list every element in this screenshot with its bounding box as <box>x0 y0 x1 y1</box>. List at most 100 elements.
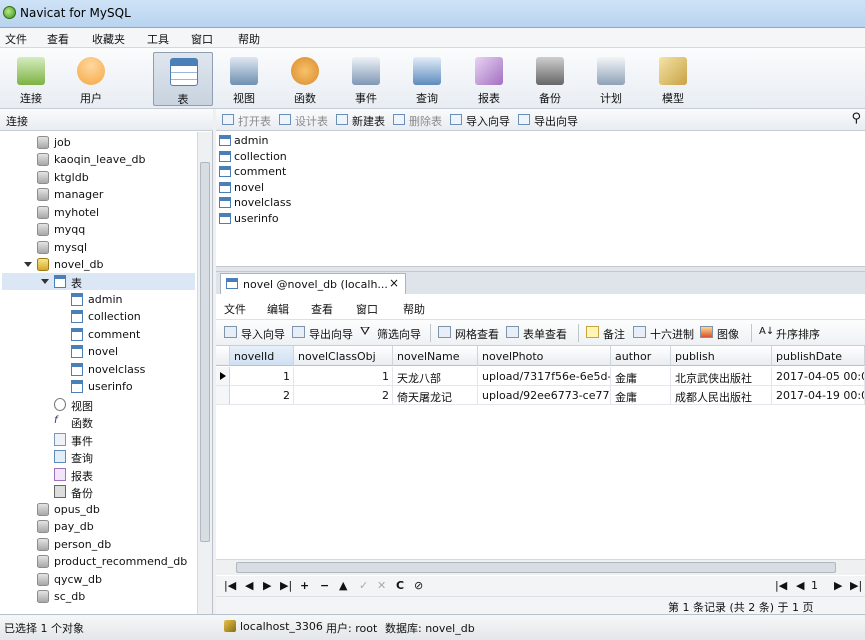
inner-menu-window[interactable]: 窗口 <box>356 301 378 317</box>
toolbar-function-button[interactable]: 函数 <box>275 52 335 106</box>
cancel-edit-button[interactable]: ✕ <box>377 579 386 592</box>
row-selector[interactable] <box>216 386 230 405</box>
column-header-novelId[interactable]: novelId <box>230 346 294 366</box>
menu-view[interactable]: 查看 <box>47 31 69 47</box>
toolbar-table-button[interactable]: 表 <box>153 52 213 106</box>
inner-menu-file[interactable]: 文件 <box>224 301 246 317</box>
menu-window[interactable]: 窗口 <box>191 31 213 47</box>
expand-arrow-icon[interactable] <box>41 279 49 284</box>
import-wizard-button[interactable]: 导入向导 <box>450 113 510 129</box>
column-header-publishDate[interactable]: publishDate <box>772 346 865 366</box>
tree-label: admin <box>88 293 123 306</box>
prev-record-button[interactable]: ◀ <box>245 579 253 592</box>
cell-novelName[interactable]: 天龙八部 <box>393 367 478 386</box>
object-novelclass[interactable]: novelclass <box>219 196 291 211</box>
inner-import-wizard-button[interactable]: 导入向导 <box>224 326 285 342</box>
grid-horizontal-scrollbar[interactable] <box>216 559 865 575</box>
page-prev-icon[interactable]: ◀ <box>796 579 804 592</box>
toolbar-model-button[interactable]: 模型 <box>643 52 703 106</box>
inner-menu-help[interactable]: 帮助 <box>403 301 425 317</box>
tree-scrollbar[interactable] <box>197 132 212 614</box>
cell-novelName[interactable]: 倚天屠龙记 <box>393 386 478 405</box>
expand-arrow-icon[interactable] <box>24 262 32 267</box>
tree-tables-folder-row[interactable] <box>2 273 195 290</box>
toolbar-backup-button[interactable]: 备份 <box>520 52 580 106</box>
close-icon[interactable]: × <box>389 276 399 290</box>
image-button[interactable]: 图像 <box>700 326 739 342</box>
new-table-button[interactable]: 新建表 <box>336 113 385 129</box>
cell-publish[interactable]: 成都人民出版社 <box>671 386 772 405</box>
memo-button[interactable]: 备注 <box>586 326 625 342</box>
cell-publishDate[interactable]: 2017-04-19 00:00 <box>772 386 865 405</box>
export-wizard-button[interactable]: 导出向导 <box>518 113 578 129</box>
toolbar-user-button[interactable]: 用户 <box>61 52 121 106</box>
refresh-button[interactable]: C <box>396 579 404 592</box>
page-next-icon[interactable]: ▶ <box>834 579 842 592</box>
cell-author[interactable]: 金庸 <box>611 386 671 405</box>
button-label: 打开表 <box>238 115 271 128</box>
cell-publish[interactable]: 北京武侠出版社 <box>671 367 772 386</box>
object-admin[interactable]: admin <box>219 134 268 149</box>
cell-novelPhoto[interactable]: upload/92ee6773-ce77-4 <box>478 386 611 405</box>
inner-export-wizard-button[interactable]: 导出向导 <box>292 326 353 342</box>
menu-favorites[interactable]: 收藏夹 <box>92 31 125 47</box>
next-record-button[interactable]: ▶ <box>263 579 271 592</box>
query-icon <box>54 450 66 463</box>
tree-label: person_db <box>54 538 112 551</box>
tab-novel-table[interactable]: novel @novel_db (localh... × <box>220 273 406 294</box>
toolbar-event-button[interactable]: 事件 <box>336 52 396 106</box>
tree-scroll-thumb[interactable] <box>200 162 210 542</box>
object-collection[interactable]: collection <box>219 150 287 165</box>
cell-novelId[interactable]: 1 <box>230 367 294 386</box>
apply-button[interactable]: ✓ <box>359 579 368 592</box>
toolbar-view-button[interactable]: 视图 <box>214 52 274 106</box>
inner-menu-edit[interactable]: 编辑 <box>267 301 289 317</box>
column-header-novelPhoto[interactable]: novelPhoto <box>478 346 611 366</box>
open-table-button[interactable]: 打开表 <box>222 113 271 129</box>
cell-author[interactable]: 金庸 <box>611 367 671 386</box>
form-view-icon <box>506 326 519 338</box>
page-first-icon[interactable]: |◀ <box>775 579 787 592</box>
cell-publishDate[interactable]: 2017-04-05 00:00 <box>772 367 865 386</box>
filter-wizard-button[interactable]: ⛛ 筛选向导 <box>360 324 421 342</box>
menu-tools[interactable]: 工具 <box>147 31 169 47</box>
object-comment[interactable]: comment <box>219 165 286 180</box>
form-view-button[interactable]: 表单查看 <box>506 326 567 342</box>
post-edit-button[interactable]: ▲ <box>339 579 347 592</box>
toolbar-schedule-button[interactable]: 计划 <box>581 52 641 106</box>
page-number[interactable]: 1 <box>811 579 818 592</box>
toolbar-connection-button[interactable]: 连接 <box>1 52 61 106</box>
menu-file[interactable]: 文件 <box>5 31 27 47</box>
toolbar-query-button[interactable]: 查询 <box>397 52 457 106</box>
last-record-button[interactable]: ▶| <box>280 579 292 592</box>
cell-novelClassObj[interactable]: 2 <box>294 386 393 405</box>
column-header-author[interactable]: author <box>611 346 671 366</box>
sort-ascending-button[interactable]: A↓ 升序排序 <box>759 326 820 342</box>
column-header-novelName[interactable]: novelName <box>393 346 478 366</box>
delete-table-button[interactable]: 删除表 <box>393 113 442 129</box>
column-header-novelClassObj[interactable]: novelClassObj <box>294 346 393 366</box>
object-userinfo[interactable]: userinfo <box>219 212 279 227</box>
column-header-publish[interactable]: publish <box>671 346 772 366</box>
add-record-button[interactable]: + <box>300 579 309 592</box>
toolbar-label: 备份 <box>539 92 561 105</box>
cell-novelClassObj[interactable]: 1 <box>294 367 393 386</box>
toolbar-report-button[interactable]: 报表 <box>459 52 519 106</box>
cell-novelPhoto[interactable]: upload/7317f56e-6e5d-4 <box>478 367 611 386</box>
row-selector[interactable] <box>216 367 230 386</box>
object-novel[interactable]: novel <box>219 181 264 196</box>
tree-label: product_recommend_db <box>54 555 188 568</box>
menu-help[interactable]: 帮助 <box>238 31 260 47</box>
search-icon[interactable]: ⚲ <box>851 111 861 126</box>
first-record-button[interactable]: |◀ <box>224 579 236 592</box>
grid-view-button[interactable]: 网格查看 <box>438 326 499 342</box>
page-last-icon[interactable]: ▶| <box>850 579 862 592</box>
grid-scroll-thumb[interactable] <box>236 562 836 573</box>
delete-record-button[interactable]: − <box>320 579 329 592</box>
stop-button[interactable]: ⊘ <box>414 579 423 592</box>
hex-button[interactable]: 十六进制 <box>633 326 694 342</box>
design-table-button[interactable]: 设计表 <box>279 113 328 129</box>
cell-novelId[interactable]: 2 <box>230 386 294 405</box>
inner-menu-view[interactable]: 查看 <box>311 301 333 317</box>
grid-view-icon <box>438 326 451 338</box>
